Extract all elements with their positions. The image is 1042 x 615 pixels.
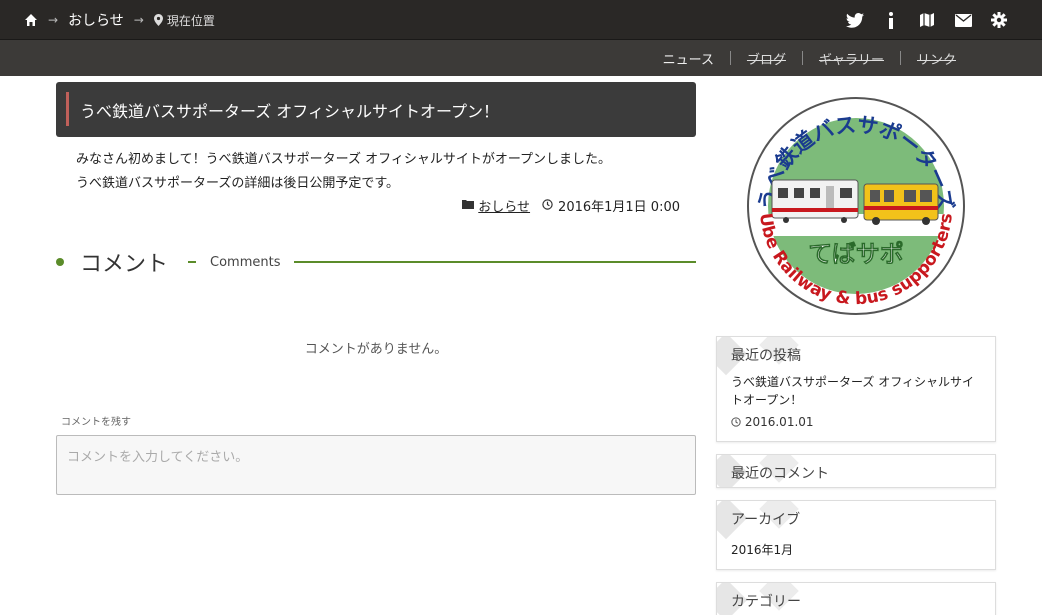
widget-title: アーカイブ bbox=[717, 501, 995, 537]
top-bar: → おしらせ → 現在位置 bbox=[0, 0, 1042, 40]
archive-link[interactable]: 2016年1月 bbox=[731, 543, 793, 557]
breadcrumb-current: 現在位置 bbox=[153, 12, 215, 29]
post-body: みなさん初めまして！うべ鉄道バスサポーターズ オフィシャルサイトがオープンしまし… bbox=[76, 148, 686, 196]
mail-icon[interactable] bbox=[954, 11, 972, 29]
train-illustration bbox=[771, 179, 859, 223]
heading-dot bbox=[56, 258, 64, 266]
info-icon[interactable] bbox=[882, 11, 900, 29]
breadcrumb-arrow-icon: → bbox=[133, 13, 144, 27]
nav-item-gallery[interactable]: ギャラリー bbox=[803, 49, 900, 68]
bus-illustration bbox=[863, 183, 939, 225]
widget-title: 最近のコメント bbox=[717, 455, 995, 487]
comments-heading-subtitle: Comments bbox=[210, 254, 281, 270]
heading-dash bbox=[188, 261, 197, 263]
widget-title: 最近の投稿 bbox=[717, 337, 995, 373]
nav-item-blog[interactable]: ブログ bbox=[731, 49, 802, 68]
breadcrumb-arrow-icon: → bbox=[48, 13, 59, 27]
no-comments-message: コメントがありません。 bbox=[304, 342, 448, 357]
main-nav-bar: ニュース ブログ ギャラリー リンク bbox=[0, 40, 1042, 76]
location-pin-icon bbox=[153, 14, 163, 26]
breadcrumb-parent-link[interactable]: おしらせ bbox=[68, 10, 124, 30]
post-category-link[interactable]: おしらせ bbox=[478, 196, 530, 215]
comment-input[interactable] bbox=[56, 435, 696, 495]
post-title: うべ鉄道バスサポーターズ オフィシャルサイトオープン！ bbox=[56, 82, 696, 137]
widget-archives: アーカイブ 2016年1月 bbox=[716, 500, 996, 570]
map-icon[interactable] bbox=[918, 11, 936, 29]
widget-categories: カテゴリー bbox=[716, 582, 996, 615]
home-icon[interactable] bbox=[24, 13, 38, 27]
clock-icon bbox=[542, 198, 553, 213]
heading-rule bbox=[294, 261, 696, 263]
nav-item-links[interactable]: リンク bbox=[901, 49, 972, 68]
post-datetime: 2016年1月1日 0:00 bbox=[558, 200, 680, 215]
widget-body: うべ鉄道バスサポーターズ オフィシャルサイトオープン！ 2016.01.01 bbox=[717, 373, 995, 439]
twitter-icon[interactable] bbox=[846, 11, 864, 29]
main-nav: ニュース ブログ ギャラリー リンク bbox=[647, 40, 972, 76]
widget-recent-posts: 最近の投稿 うべ鉄道バスサポーターズ オフィシャルサイトオープン！ 2016.0… bbox=[716, 336, 996, 442]
recent-post-date: 2016.01.01 bbox=[731, 413, 981, 431]
logo-center-text: てばサポ bbox=[808, 240, 904, 268]
post-body-line: みなさん初めまして！うべ鉄道バスサポーターズ オフィシャルサイトがオープンしまし… bbox=[76, 152, 612, 167]
folder-icon bbox=[462, 199, 475, 212]
leave-comment-label: コメントを残す bbox=[61, 417, 131, 428]
nav-item-news[interactable]: ニュース bbox=[647, 49, 730, 68]
widget-recent-comments: 最近のコメント bbox=[716, 454, 996, 488]
comments-heading: コメント Comments bbox=[56, 246, 696, 278]
comments-heading-title: コメント bbox=[80, 252, 169, 277]
widget-body: 2016年1月 bbox=[717, 537, 995, 567]
breadcrumb-current-label: 現在位置 bbox=[166, 13, 215, 28]
post-body-line: うべ鉄道バスサポーターズの詳細は後日公開予定です。 bbox=[76, 176, 400, 191]
top-icon-group bbox=[846, 0, 1008, 40]
clock-icon bbox=[731, 417, 741, 427]
recent-post-link[interactable]: うべ鉄道バスサポーターズ オフィシャルサイトオープン！ bbox=[731, 373, 981, 409]
post-title-text: うべ鉄道バスサポーターズ オフィシャルサイトオープン！ bbox=[80, 101, 500, 121]
gear-icon[interactable] bbox=[990, 11, 1008, 29]
site-logo[interactable]: うべ鉄道バスサポーターズ てばサポ Ube Railway & bus supp… bbox=[746, 96, 966, 316]
widget-title: カテゴリー bbox=[717, 583, 995, 615]
post-meta: おしらせ 2016年1月1日 0:00 bbox=[56, 196, 680, 215]
breadcrumb: → おしらせ → 現在位置 bbox=[24, 0, 215, 40]
